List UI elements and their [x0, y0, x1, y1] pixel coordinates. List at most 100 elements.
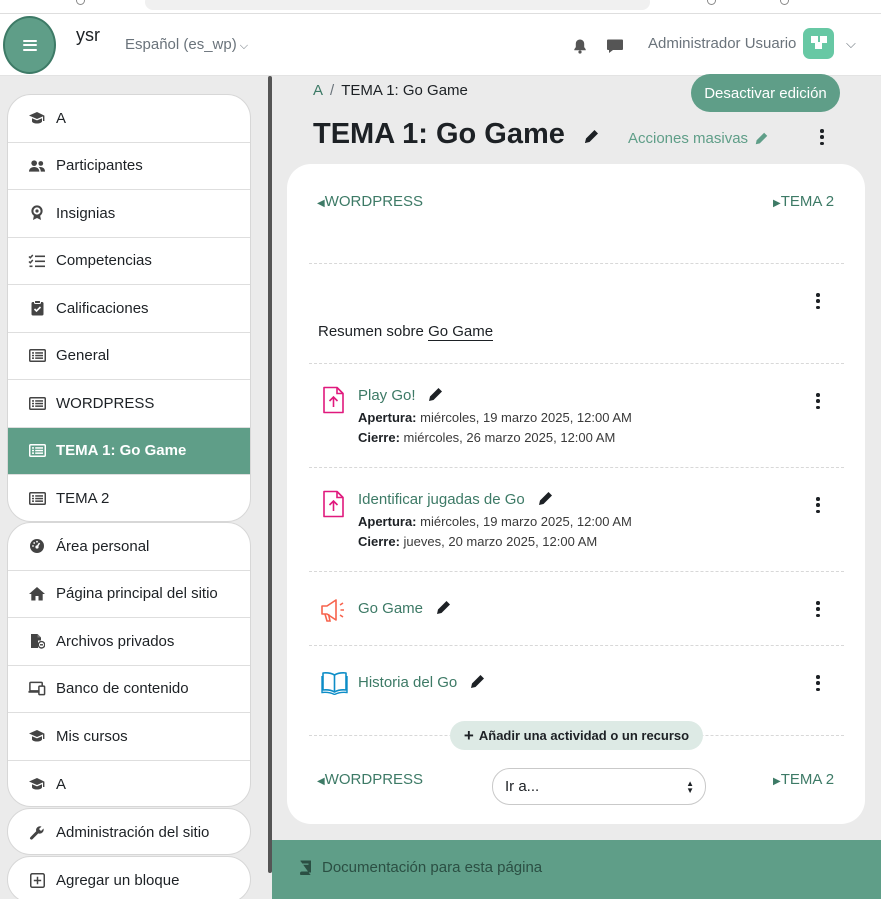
- drawer-item-course[interactable]: A: [8, 95, 250, 143]
- drawer-item-label: Insignias: [56, 204, 116, 222]
- graduation-cap-icon: [28, 728, 46, 744]
- drawer-item-badges[interactable]: Insignias: [8, 190, 250, 238]
- next-section-label: TEMA 2: [780, 193, 835, 210]
- section-actions-menu-icon[interactable]: [810, 292, 826, 310]
- section-content-card: ◀WORDPRESS ▶TEMA 2 Resumen sobre Go Game…: [287, 164, 865, 824]
- drawer-item-site-admin[interactable]: Administración del sitio: [8, 809, 250, 854]
- drawer-item-label: Calificaciones: [56, 299, 149, 317]
- drawer-item-label: Área personal: [56, 537, 150, 555]
- bulk-actions-button[interactable]: Acciones masivas: [628, 130, 769, 147]
- hamburger-icon: [22, 39, 37, 51]
- activity-title[interactable]: Identificar jugadas de Go: [358, 491, 525, 508]
- documentation-link[interactable]: Documentación para esta página: [299, 859, 542, 876]
- site-name[interactable]: ysr: [76, 25, 100, 46]
- prev-section-label: WORDPRESS: [324, 193, 424, 210]
- breadcrumb-course-link[interactable]: A: [313, 82, 323, 99]
- site-navigation-card: Área personal Página principal del sitio…: [7, 522, 251, 807]
- wrench-icon: [28, 825, 46, 841]
- drawer-item-section-wordpress[interactable]: WORDPRESS: [8, 380, 250, 428]
- opening-label: Apertura:: [358, 514, 417, 529]
- closing-value: jueves, 20 marzo 2025, 12:00 AM: [403, 534, 598, 549]
- summary-section-link[interactable]: Go Game: [428, 323, 494, 341]
- language-menu[interactable]: Español (es_wp) ⌵: [125, 36, 248, 53]
- activity-title[interactable]: Play Go!: [358, 387, 416, 404]
- drawer-item-participants[interactable]: Participantes: [8, 143, 250, 190]
- pencil-icon[interactable]: [469, 673, 486, 690]
- drawer-item-label: A: [56, 109, 67, 127]
- plus-icon: +: [463, 725, 474, 745]
- drawer-item-section-tema-1[interactable]: TEMA 1: Go Game: [8, 427, 250, 475]
- pencil-icon[interactable]: [435, 599, 452, 616]
- chevron-down-icon: ⌵: [239, 40, 249, 52]
- next-section-link[interactable]: ▶TEMA 2: [773, 193, 834, 210]
- assignment-icon: [323, 490, 344, 518]
- drawer-item-label: Banco de contenido: [56, 680, 189, 698]
- drawer-item-content-bank[interactable]: Banco de contenido: [8, 666, 250, 713]
- drawer-toggle-button[interactable]: [3, 16, 56, 74]
- pencil-icon[interactable]: [537, 490, 554, 507]
- admin-card: Administración del sitio: [7, 808, 251, 855]
- content-bank-icon: [28, 681, 46, 697]
- section-list-icon: [28, 395, 46, 411]
- bell-icon[interactable]: [572, 38, 588, 54]
- pencil-icon[interactable]: [583, 128, 600, 145]
- triangle-left-icon: ◀: [317, 198, 325, 209]
- add-activity-button[interactable]: + Añadir una actividad o un recurso: [450, 721, 703, 750]
- jump-to-section-select[interactable]: Ir a... ▲ ▼: [492, 768, 706, 805]
- checklist-icon: [28, 253, 46, 269]
- user-name[interactable]: Administrador Usuario: [648, 35, 796, 52]
- browser-icon[interactable]: [780, 0, 789, 5]
- chat-icon[interactable]: [606, 38, 624, 54]
- select-arrows-icon: ▲ ▼: [686, 779, 694, 795]
- next-section-label: TEMA 2: [780, 771, 835, 788]
- activity-actions-menu-icon[interactable]: [810, 674, 826, 692]
- activity-opening-date: Apertura: miércoles, 19 marzo 2025, 12:0…: [358, 410, 632, 425]
- drawer-item-course-a[interactable]: A: [8, 761, 250, 807]
- drawer-item-competencies[interactable]: Competencias: [8, 238, 250, 285]
- book-icon: [321, 672, 348, 695]
- activity-actions-menu-icon[interactable]: [810, 496, 826, 514]
- divider: [309, 263, 844, 264]
- drawer-item-private-files[interactable]: Archivos privados: [8, 618, 250, 666]
- divider: [309, 571, 844, 572]
- activity-title[interactable]: Go Game: [358, 600, 423, 617]
- drawer-item-dashboard[interactable]: Área personal: [8, 523, 250, 571]
- drawer-item-label: Competencias: [56, 252, 152, 270]
- pencil-icon[interactable]: [427, 386, 444, 403]
- section-list-icon: [28, 443, 46, 459]
- page-actions-menu-icon[interactable]: [814, 128, 830, 146]
- prev-section-link[interactable]: ◀WORDPRESS: [317, 771, 423, 788]
- activity-actions-menu-icon[interactable]: [810, 392, 826, 410]
- drawer-item-my-courses[interactable]: Mis cursos: [8, 713, 250, 761]
- closing-value: miércoles, 26 marzo 2025, 12:00 AM: [403, 430, 616, 445]
- browser-icon[interactable]: [76, 0, 85, 5]
- prev-section-link[interactable]: ◀WORDPRESS: [317, 193, 423, 210]
- drawer-item-label: Mis cursos: [56, 727, 128, 745]
- drawer-item-section-tema-2[interactable]: TEMA 2: [8, 475, 250, 521]
- documentation-label: Documentación para esta página: [322, 859, 543, 876]
- triangle-right-icon: ▶: [773, 776, 781, 787]
- opening-value: miércoles, 19 marzo 2025, 12:00 AM: [420, 514, 632, 529]
- plus-square-icon: [28, 873, 46, 889]
- drawer-item-add-block[interactable]: Agregar un bloque: [8, 857, 250, 899]
- private-files-icon: [28, 633, 46, 649]
- book-icon: [300, 860, 311, 875]
- add-block-card: Agregar un bloque: [7, 856, 251, 899]
- activity-title[interactable]: Historia del Go: [358, 674, 457, 691]
- drawer-item-label: TEMA 1: Go Game: [56, 442, 187, 460]
- chevron-down-icon[interactable]: ⌵: [846, 36, 856, 52]
- drawer-item-section-general[interactable]: General: [8, 333, 250, 380]
- main-region: A / TEMA 1: Go Game Desactivar edición TEM…: [272, 74, 881, 899]
- next-section-link[interactable]: ▶TEMA 2: [773, 771, 834, 788]
- browser-url-bar[interactable]: [145, 0, 650, 10]
- activity-closing-date: Cierre: miércoles, 26 marzo 2025, 12:00 …: [358, 430, 615, 445]
- drawer-item-grades[interactable]: Calificaciones: [8, 285, 250, 333]
- drawer-item-label: General: [56, 347, 110, 365]
- browser-icon[interactable]: [707, 0, 716, 5]
- edit-mode-toggle-button[interactable]: Desactivar edición: [691, 74, 840, 112]
- drawer-item-site-home[interactable]: Página principal del sitio: [8, 571, 250, 618]
- avatar[interactable]: [803, 28, 834, 59]
- activity-actions-menu-icon[interactable]: [810, 600, 826, 618]
- activity-opening-date: Apertura: miércoles, 19 marzo 2025, 12:0…: [358, 514, 632, 529]
- section-summary: Resumen sobre Go Game: [318, 323, 494, 341]
